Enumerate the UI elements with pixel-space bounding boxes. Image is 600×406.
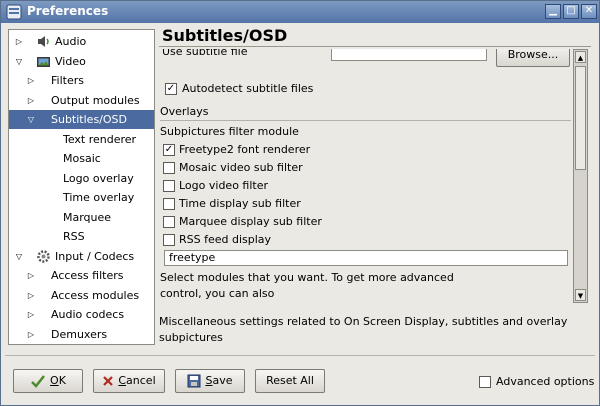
help-text-line-1: Select modules that you want. To get mor… — [160, 271, 454, 284]
scroll-down-icon[interactable]: ▼ — [575, 289, 586, 301]
filter-label: Time display sub filter — [179, 197, 301, 210]
title-divider — [159, 46, 591, 47]
filter-label: Marquee display sub filter — [179, 215, 322, 228]
subtitle-file-label: Use subtitle file — [162, 49, 248, 58]
tree-item-label: Audio codecs — [51, 308, 125, 321]
advanced-options-checkbox[interactable] — [479, 376, 491, 388]
tree-item[interactable]: ▽ Subtitles/OSD — [9, 110, 154, 129]
floppy-icon — [187, 374, 201, 388]
preferences-window: Preferences ▁ □ ✕ ▷ Audio ▽ Video ▷ Filters ▷ O… — [0, 0, 600, 406]
expander-closed-icon[interactable]: ▷ — [26, 91, 36, 110]
video-icon — [37, 56, 50, 67]
minimize-button[interactable]: ▁ — [545, 4, 561, 19]
tree-item-label: Output modules — [51, 93, 140, 107]
subtitle-file-input[interactable] — [331, 49, 487, 61]
tree-item[interactable]: ▷ Audio codecs — [9, 305, 154, 324]
filter-checkbox[interactable] — [163, 162, 175, 174]
filter-checkbox[interactable] — [163, 234, 175, 246]
expander-closed-icon[interactable]: ▷ — [26, 71, 36, 90]
cancel-label: Cancel — [118, 374, 156, 387]
cancel-button[interactable]: Cancel — [93, 369, 165, 393]
tree-item-label: Time overlay — [63, 191, 135, 204]
tree-item[interactable]: Time overlay — [9, 188, 154, 207]
window-icon — [6, 4, 22, 20]
close-button[interactable]: ✕ — [581, 4, 597, 19]
expander-closed-icon[interactable]: ▷ — [26, 305, 36, 324]
reset-all-button[interactable]: Reset All — [255, 369, 325, 393]
tree-item-label: RSS — [63, 230, 85, 243]
tree-item-label: Access filters — [51, 269, 124, 282]
tree-item[interactable]: ▷ Access modules — [9, 286, 154, 305]
overlays-label: Overlays — [160, 105, 209, 118]
tree-item[interactable]: RSS — [9, 227, 154, 246]
filter-label: Logo video filter — [179, 179, 269, 192]
maximize-button[interactable]: □ — [563, 4, 579, 19]
browse-button[interactable]: Browse... — [496, 49, 570, 67]
expander-closed-icon[interactable]: ▷ — [14, 32, 24, 51]
category-tree[interactable]: ▷ Audio ▽ Video ▷ Filters ▷ Output modules ▽ Subt… — [8, 29, 155, 345]
tree-item[interactable]: ▷ Audio — [9, 32, 154, 51]
section-description: Miscellaneous settings related to On Scr… — [159, 315, 568, 344]
scroll-up-icon[interactable]: ▲ — [575, 51, 586, 63]
tree-item-label: Subtitles/OSD — [51, 113, 127, 126]
expander-closed-icon[interactable]: ▷ — [26, 325, 36, 344]
ok-icon — [31, 375, 46, 388]
tree-item[interactable]: ▷ Filters — [9, 71, 154, 90]
filter-module-label: Subpictures filter module — [160, 125, 299, 138]
tree-item-label: Mosaic — [63, 152, 101, 165]
expander-closed-icon[interactable]: ▷ — [26, 286, 36, 305]
tree-item[interactable]: ▷ Demuxers — [9, 325, 154, 344]
bottom-separator — [5, 355, 595, 356]
expander-open-icon[interactable]: ▽ — [14, 247, 24, 266]
tree-item[interactable]: Text renderer — [9, 130, 154, 149]
autodetect-checkbox[interactable]: ✓ — [165, 83, 177, 95]
save-button[interactable]: Save — [175, 369, 245, 393]
tree-item-label: Marquee — [63, 210, 112, 224]
speaker-icon — [38, 36, 49, 47]
window-title: Preferences — [27, 4, 109, 18]
filter-checkbox[interactable] — [163, 180, 175, 192]
scroll-thumb[interactable] — [575, 66, 586, 170]
tree-item[interactable]: Logo overlay — [9, 169, 154, 188]
filter-label: Mosaic video sub filter — [179, 161, 303, 174]
tree-item-label: Access modules — [51, 288, 140, 302]
tree-item-label: Text renderer — [63, 132, 137, 146]
tree-item[interactable]: ▷ Access filters — [9, 266, 154, 285]
tree-item[interactable]: ▽ Video — [9, 52, 154, 71]
title-bar[interactable]: Preferences ▁ □ ✕ — [1, 1, 599, 23]
tree-item[interactable]: ▷ Output modules — [9, 91, 154, 110]
tree-item-label: Video — [55, 54, 86, 68]
tree-item-label: Audio — [55, 35, 87, 48]
tree-item-label: Filters — [51, 74, 84, 87]
cancel-icon — [103, 376, 114, 386]
tree-item[interactable]: ▽ Input / Codecs — [9, 247, 154, 266]
save-label: Save — [205, 374, 233, 387]
advanced-options-label: Advanced options — [496, 375, 595, 388]
autodetect-label: Autodetect subtitle files — [182, 82, 314, 95]
filter-label: RSS feed display — [179, 233, 272, 246]
ok-button[interactable]: OK — [13, 369, 83, 393]
filter-checkbox[interactable] — [163, 216, 175, 228]
filter-checkbox[interactable]: ✓ — [163, 144, 175, 156]
settings-scroll-area[interactable]: Use subtitle file Browse... ✓ Autodetect… — [159, 49, 573, 303]
tree-item-label: Input / Codecs — [55, 249, 135, 263]
tree-item[interactable]: Marquee — [9, 208, 154, 227]
filter-module-value[interactable]: freetype — [164, 250, 568, 266]
page-title: Subtitles/OSD — [162, 26, 288, 45]
ok-label: OK — [50, 374, 66, 387]
expander-closed-icon[interactable]: ▷ — [26, 266, 36, 285]
codecs-icon — [37, 249, 50, 263]
filter-label: Freetype2 font renderer — [179, 143, 311, 156]
expander-open-icon[interactable]: ▽ — [14, 52, 24, 71]
tree-item-label: Demuxers — [51, 327, 108, 341]
tree-item-label: Logo overlay — [63, 171, 134, 185]
overlays-separator — [160, 120, 571, 121]
filter-checkbox[interactable] — [163, 198, 175, 210]
help-text-line-2: control, you can also — [160, 287, 275, 300]
tree-item[interactable]: Mosaic — [9, 149, 154, 168]
expander-open-icon[interactable]: ▽ — [26, 110, 36, 129]
vertical-scrollbar[interactable]: ▲ ▼ — [573, 49, 588, 303]
